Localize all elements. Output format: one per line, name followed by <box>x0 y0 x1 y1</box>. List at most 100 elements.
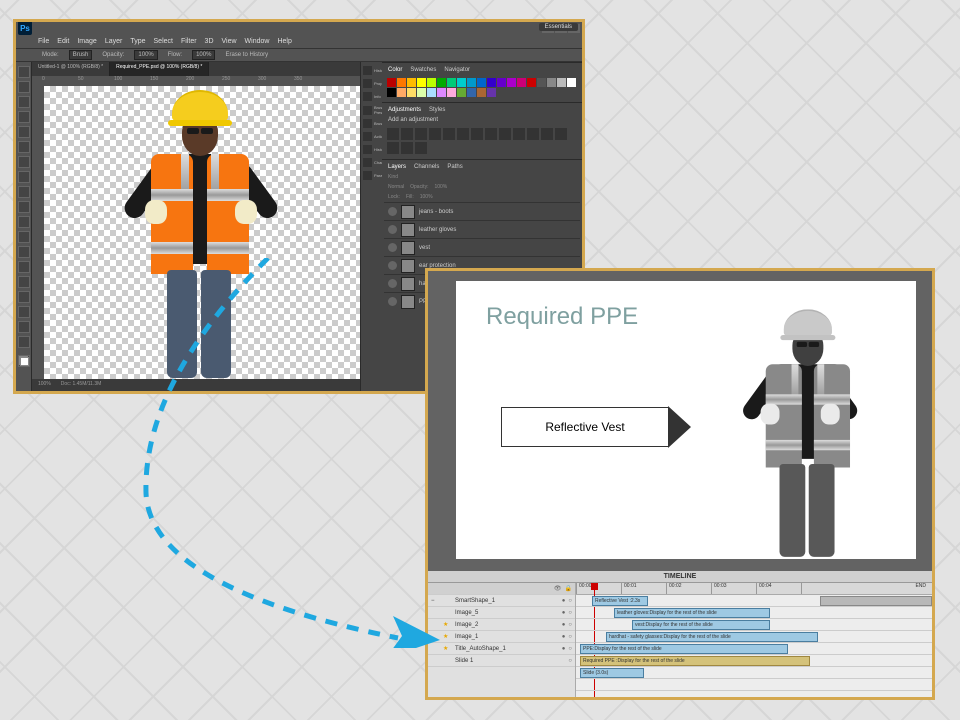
tab-swatches[interactable]: Swatches <box>410 67 436 73</box>
blur-tool-icon[interactable] <box>18 231 30 243</box>
eraser-tool-icon[interactable] <box>18 201 30 213</box>
tab-required-ppe[interactable]: Required_PPE.psd @ 100% (RGB/8) * <box>110 62 209 76</box>
swatch[interactable] <box>397 88 406 97</box>
swatch[interactable] <box>487 88 496 97</box>
panel-actions-icon[interactable]: Actions <box>363 132 380 141</box>
menu-help[interactable]: Help <box>277 38 291 45</box>
swatch[interactable] <box>517 78 526 87</box>
menu-filter[interactable]: Filter <box>181 38 197 45</box>
layer-toggle[interactable]: ○ <box>568 610 572 616</box>
swatch[interactable] <box>567 78 576 87</box>
swatch[interactable] <box>477 78 486 87</box>
hand-tool-icon[interactable] <box>18 321 30 333</box>
tab-styles[interactable]: Styles <box>429 107 445 113</box>
swatch[interactable] <box>427 78 436 87</box>
swatch[interactable] <box>487 78 496 87</box>
swatch[interactable] <box>467 78 476 87</box>
visibility-icon[interactable] <box>388 261 397 270</box>
workspace-switcher[interactable]: Essentials <box>539 23 578 31</box>
adj-icon[interactable] <box>555 128 567 140</box>
adj-icon[interactable] <box>387 142 399 154</box>
swatch[interactable] <box>407 88 416 97</box>
panel-info-icon[interactable]: Info <box>363 92 380 101</box>
tab-channels[interactable]: Channels <box>414 164 439 170</box>
adj-icon[interactable] <box>485 128 497 140</box>
type-tool-icon[interactable] <box>18 276 30 288</box>
layer-toggle[interactable]: ● <box>562 646 566 652</box>
layer-toggle[interactable]: ○ <box>568 634 572 640</box>
eye-icon[interactable]: 👁 <box>554 585 562 592</box>
layer-toggle[interactable]: ○ <box>568 622 572 628</box>
layer-row[interactable]: jeans - boots <box>384 202 580 220</box>
photoshop-canvas[interactable] <box>44 86 360 379</box>
timeline-layer-row[interactable]: Slide 1○ <box>428 655 575 667</box>
timeline-track[interactable] <box>576 691 932 700</box>
timeline-layer-row[interactable]: −SmartShape_1●○ <box>428 595 575 607</box>
menu-window[interactable]: Window <box>245 38 270 45</box>
swatch[interactable] <box>407 78 416 87</box>
timeline-track[interactable]: Reflective Vest :2.3s <box>576 595 932 607</box>
swatch[interactable] <box>397 78 406 87</box>
gradient-tool-icon[interactable] <box>18 216 30 228</box>
swatch[interactable] <box>447 88 456 97</box>
timeline-tracks[interactable]: 00:00 00:01 00:02 00:03 00:04 END Reflec… <box>576 583 932 699</box>
adj-icon[interactable] <box>443 128 455 140</box>
zoom-tool-icon[interactable] <box>18 336 30 348</box>
timeline-track[interactable]: jeans -boots:Display for the rest of ...… <box>576 607 932 619</box>
adj-icon[interactable] <box>415 142 427 154</box>
timeline-track[interactable] <box>576 679 932 691</box>
timeline-track[interactable]: Required PPE :Display for the rest of th… <box>576 655 932 667</box>
swatches-grid[interactable] <box>384 75 580 100</box>
swatch[interactable] <box>387 88 396 97</box>
layer-toggle[interactable]: ○ <box>568 598 572 604</box>
brush-tool-icon[interactable] <box>18 156 30 168</box>
timeline-layer-row[interactable]: ★Image_1●○ <box>428 631 575 643</box>
stamp-tool-icon[interactable] <box>18 171 30 183</box>
swatch[interactable] <box>497 78 506 87</box>
tab-paths[interactable]: Paths <box>447 164 462 170</box>
panel-brush-icon[interactable]: Brush <box>363 119 380 128</box>
opacity-value[interactable]: 100% <box>134 50 157 60</box>
menu-edit[interactable]: Edit <box>57 38 69 45</box>
timeline-clip[interactable]: Reflective Vest :2.3s <box>592 596 648 606</box>
adj-icon[interactable] <box>387 128 399 140</box>
swatch[interactable] <box>387 78 396 87</box>
erase-history-checkbox[interactable]: Erase to History <box>225 52 268 58</box>
path-tool-icon[interactable] <box>18 291 30 303</box>
adj-icon[interactable] <box>541 128 553 140</box>
adj-icon[interactable] <box>415 128 427 140</box>
adj-icon[interactable] <box>513 128 525 140</box>
timeline-layer-row[interactable]: Image_5●○ <box>428 607 575 619</box>
shape-tool-icon[interactable] <box>18 306 30 318</box>
tab-layers[interactable]: Layers <box>388 164 406 170</box>
layer-toggle[interactable]: ○ <box>568 658 572 664</box>
swatch[interactable] <box>417 78 426 87</box>
timeline-clip[interactable]: Required PPE :Display for the rest of th… <box>580 656 810 666</box>
timeline-clip[interactable]: Slide (3.0s) <box>580 668 644 678</box>
panel-histogram-icon[interactable]: Histogram <box>363 66 380 75</box>
panel-brush-presets-icon[interactable]: Brush Presets <box>363 105 380 115</box>
color-swatch[interactable] <box>18 355 30 367</box>
layer-fill[interactable]: 100% <box>420 194 433 200</box>
timeline-track[interactable]: PPE:Display for the rest of the slide <box>576 643 932 655</box>
callout-label[interactable]: Reflective Vest <box>501 407 669 447</box>
swatch[interactable] <box>447 78 456 87</box>
swatch[interactable] <box>547 78 556 87</box>
menu-layer[interactable]: Layer <box>105 38 123 45</box>
layer-row[interactable]: vest <box>384 238 580 256</box>
tab-adjustments[interactable]: Adjustments <box>388 107 421 113</box>
layer-toggle[interactable]: ● <box>562 610 566 616</box>
flow-value[interactable]: 100% <box>192 50 215 60</box>
timeline-clip[interactable]: PPE:Display for the rest of the slide <box>580 644 788 654</box>
swatch[interactable] <box>467 88 476 97</box>
swatch[interactable] <box>437 88 446 97</box>
tab-untitled[interactable]: Untitled-1 @ 100% (RGB/8) * <box>32 62 110 76</box>
lock-icon[interactable]: 🔒 <box>565 585 572 592</box>
swatch[interactable] <box>417 88 426 97</box>
history-brush-tool-icon[interactable] <box>18 186 30 198</box>
captivate-stage[interactable]: Required PPE Reflective Vest <box>428 271 932 571</box>
crop-tool-icon[interactable] <box>18 126 30 138</box>
layer-toggle[interactable]: ● <box>562 598 566 604</box>
timeline-track[interactable]: ear protection:Display for the rest of t… <box>576 631 932 643</box>
timeline-clip[interactable]: hardhat - safety glasses:Display for the… <box>606 632 818 642</box>
